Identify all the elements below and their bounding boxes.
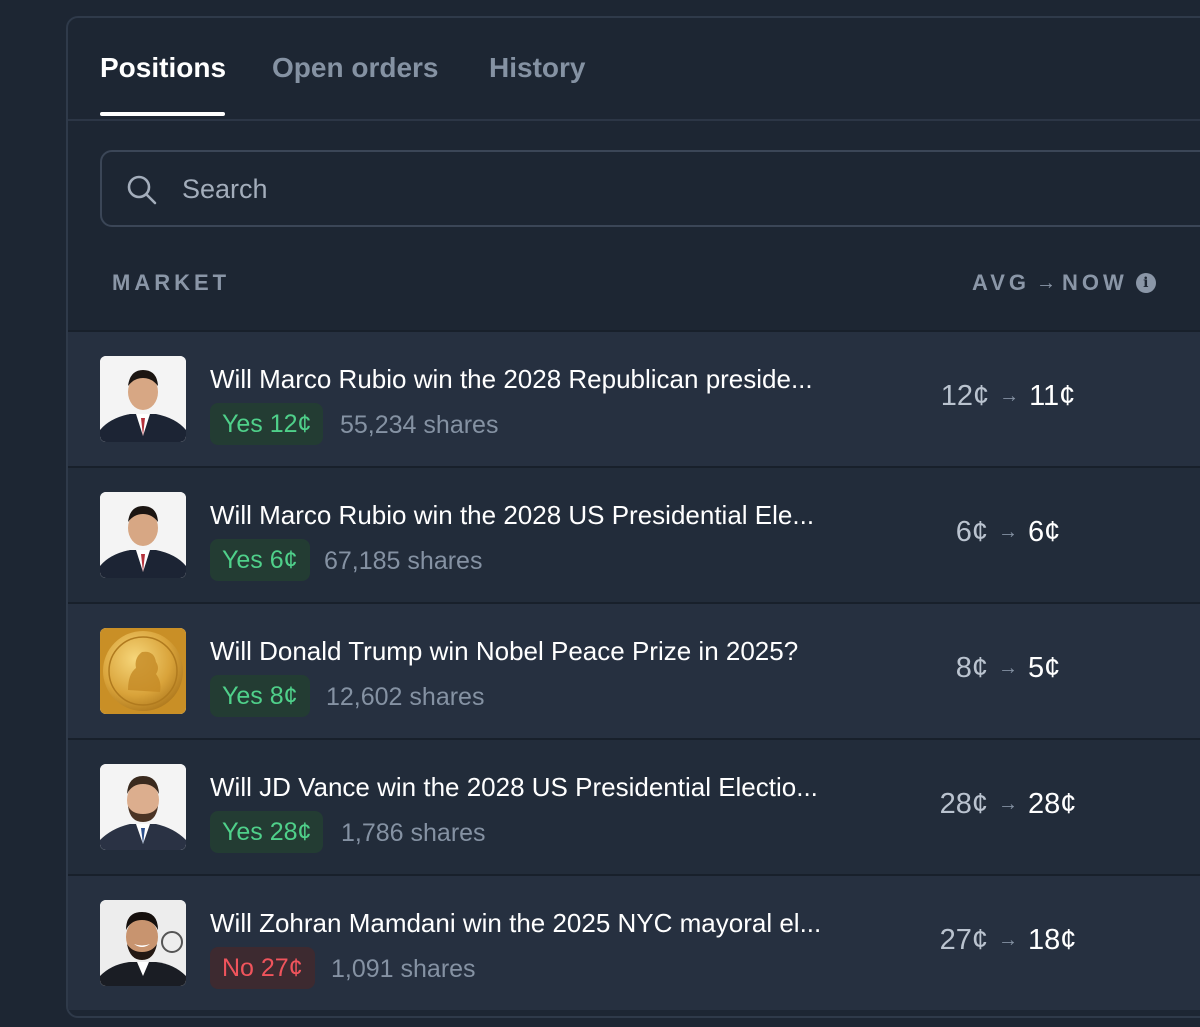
tab-bar: Positions Open orders History <box>68 18 1200 121</box>
avg-price: 12¢ <box>940 380 990 412</box>
active-tab-indicator <box>100 112 225 116</box>
price-arrow-icon: → <box>998 793 1018 815</box>
current-price: 5¢ <box>1028 652 1061 684</box>
zohran-mamdani-thumbnail <box>100 900 186 986</box>
price-change: 8¢ → 5¢ <box>898 652 1118 685</box>
shares-count: 55,234 shares <box>340 411 499 439</box>
avg-price: 6¢ <box>955 516 988 548</box>
outcome-badge: Yes 12¢ <box>210 403 324 445</box>
price-change: 12¢ → 11¢ <box>898 380 1118 413</box>
price-arrow-icon: → <box>998 657 1018 679</box>
position-row[interactable]: Will Marco Rubio win the 2028 US Preside… <box>68 466 1200 602</box>
price-arrow-icon: → <box>999 385 1020 407</box>
shares-count: 67,185 shares <box>324 547 483 575</box>
position-row[interactable]: Will Marco Rubio win the 2028 Republican… <box>68 330 1200 466</box>
shares-count: 12,602 shares <box>326 683 485 711</box>
market-title[interactable]: Will Zohran Mamdani win the 2025 NYC may… <box>210 908 821 939</box>
marco-rubio-thumbnail <box>100 356 186 442</box>
market-column-header: MARKET <box>112 270 231 295</box>
info-icon[interactable]: i <box>1135 273 1156 293</box>
outcome-badge: Yes 28¢ <box>210 811 324 853</box>
price-change: 6¢ → 6¢ <box>898 516 1118 549</box>
position-row[interactable]: Will Zohran Mamdani win the 2025 NYC may… <box>68 874 1200 1010</box>
positions-panel: Positions Open orders History MARKET AVG… <box>66 16 1200 1018</box>
avg-now-arrow: → <box>1036 271 1057 294</box>
nobel-medal-thumbnail <box>100 628 186 714</box>
now-label: NOW <box>1062 270 1128 295</box>
market-title[interactable]: Will Marco Rubio win the 2028 US Preside… <box>210 500 814 531</box>
market-title[interactable]: Will JD Vance win the 2028 US Presidenti… <box>210 772 818 803</box>
current-price: 28¢ <box>1028 788 1077 820</box>
position-row[interactable]: Will JD Vance win the 2028 US Presidenti… <box>68 738 1200 874</box>
jd-vance-thumbnail <box>100 764 186 850</box>
price-change: 28¢ → 28¢ <box>898 788 1118 821</box>
outcome-badge: Yes 8¢ <box>210 675 310 717</box>
search-icon <box>127 175 157 205</box>
market-title[interactable]: Will Donald Trump win Nobel Peace Prize … <box>210 636 798 667</box>
shares-count: 1,091 shares <box>331 955 476 983</box>
avg-price: 8¢ <box>955 652 988 684</box>
tab-history[interactable]: History <box>489 52 585 84</box>
search-input[interactable] <box>180 166 1084 212</box>
current-price: 11¢ <box>1029 380 1076 412</box>
price-change: 27¢ → 18¢ <box>898 924 1118 957</box>
price-arrow-icon: → <box>998 521 1018 543</box>
marco-rubio-thumbnail <box>100 492 186 578</box>
outcome-badge: Yes 6¢ <box>210 539 310 581</box>
position-row[interactable]: Will Donald Trump win Nobel Peace Prize … <box>68 602 1200 738</box>
current-price: 18¢ <box>1028 924 1077 956</box>
tab-open-orders[interactable]: Open orders <box>272 52 438 84</box>
outcome-badge: No 27¢ <box>210 947 315 989</box>
current-price: 6¢ <box>1028 516 1061 548</box>
tab-positions[interactable]: Positions <box>100 52 226 84</box>
positions-list: Will Marco Rubio win the 2028 Republican… <box>68 330 1200 1010</box>
avg-label: AVG <box>972 270 1031 295</box>
avg-now-column-header: AVG → NOW i <box>972 270 1156 296</box>
avg-price: 28¢ <box>939 788 988 820</box>
shares-count: 1,786 shares <box>341 819 486 847</box>
search-box[interactable] <box>100 150 1200 227</box>
market-title[interactable]: Will Marco Rubio win the 2028 Republican… <box>210 364 813 395</box>
avg-price: 27¢ <box>939 924 988 956</box>
price-arrow-icon: → <box>998 929 1018 951</box>
